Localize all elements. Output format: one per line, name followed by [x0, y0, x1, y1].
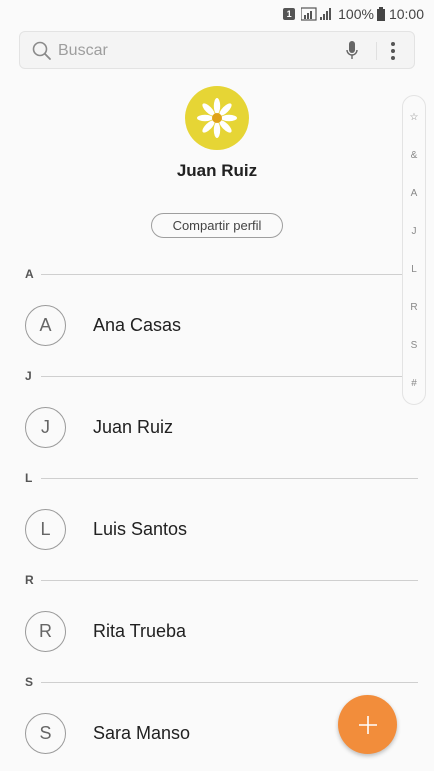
contact-name: Juan Ruiz: [93, 417, 174, 437]
contact-name: Luis Santos: [93, 519, 188, 539]
contact-row[interactable]: L Luis Santos: [0, 500, 434, 560]
add-icon: [358, 715, 377, 734]
section-divider: [41, 579, 418, 581]
more-options-icon[interactable]: [388, 40, 398, 67]
contact-avatar: S: [25, 713, 66, 754]
search-bar[interactable]: [19, 31, 415, 69]
section-divider: [41, 681, 418, 683]
search-icon: [32, 41, 52, 66]
contact-row[interactable]: R Rita Trueba: [0, 602, 434, 662]
index-item-ampersand[interactable]: &: [403, 150, 425, 161]
contact-avatar: J: [25, 407, 66, 448]
daisy-flower-icon: [197, 98, 237, 138]
section-divider: [41, 273, 402, 275]
contact-name: Ana Casas: [93, 315, 182, 335]
contact-avatar: R: [25, 611, 66, 652]
section-header-j: J: [25, 369, 402, 383]
index-item-j[interactable]: J: [403, 226, 425, 237]
section-divider: [41, 477, 418, 479]
clock: 10:00: [388, 6, 424, 22]
contact-name: Sara Manso: [93, 723, 191, 743]
index-item-a[interactable]: A: [403, 188, 425, 199]
battery-icon: [376, 7, 385, 21]
section-letter: J: [25, 369, 32, 383]
index-item-hash[interactable]: #: [403, 378, 425, 389]
contact-row[interactable]: A Ana Casas: [0, 296, 434, 356]
contact-row[interactable]: J Juan Ruiz: [0, 398, 434, 458]
share-profile-button[interactable]: Compartir perfil: [151, 213, 283, 238]
section-header-r: R: [25, 573, 418, 587]
section-letter: A: [25, 267, 34, 281]
index-item-l[interactable]: L: [403, 264, 425, 275]
profile-avatar[interactable]: [185, 86, 249, 150]
search-input[interactable]: [56, 38, 340, 64]
sim-indicator: 1: [283, 8, 296, 20]
cell-signal-icon: [320, 7, 334, 21]
contact-avatar: A: [25, 305, 66, 346]
section-letter: L: [25, 471, 33, 485]
status-bar: 1 100% 10:00: [0, 0, 434, 28]
contact-avatar: L: [25, 509, 66, 550]
battery-percent: 100%: [338, 6, 374, 22]
mic-icon[interactable]: [345, 40, 359, 67]
add-contact-button[interactable]: [338, 695, 397, 754]
section-divider: [41, 375, 402, 377]
section-header-s: S: [25, 675, 418, 689]
profile-name[interactable]: Juan Ruiz: [0, 161, 434, 181]
search-divider: [376, 42, 377, 60]
section-header-a: A: [25, 267, 402, 281]
section-letter: R: [25, 573, 34, 587]
section-letter: S: [25, 675, 34, 689]
signal-icon: [301, 7, 317, 21]
index-item-favorites[interactable]: ☆: [403, 112, 425, 123]
section-header-l: L: [25, 471, 418, 485]
index-rail[interactable]: ☆ & A J L R S #: [402, 95, 426, 405]
contact-name: Rita Trueba: [93, 621, 187, 641]
